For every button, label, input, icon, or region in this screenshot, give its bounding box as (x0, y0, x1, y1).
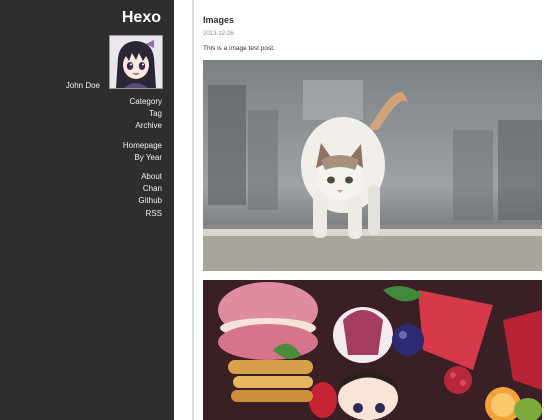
nav-archive[interactable]: Archive (130, 120, 162, 132)
blog-title-link[interactable]: Hexo (122, 9, 161, 27)
avatar[interactable] (109, 35, 163, 89)
nav-group-pages: Homepage By Year (123, 140, 162, 164)
content-divider (174, 0, 194, 420)
nav-chan[interactable]: Chan (138, 183, 162, 195)
nav-group-taxonomy: Category Tag Archive (130, 96, 162, 133)
post-image-cat (203, 60, 542, 271)
sidebar: Hexo John Doe Category Tag Archive Homep… (0, 0, 174, 420)
nav-by-year[interactable]: By Year (123, 152, 162, 164)
nav-tag[interactable]: Tag (130, 108, 162, 120)
author-name: John Doe (65, 81, 100, 90)
post-date: 2013-12-26 (203, 31, 234, 37)
nav-rss[interactable]: RSS (138, 208, 162, 220)
nav-about[interactable]: About (138, 171, 162, 183)
nav-group-links: About Chan Github RSS (138, 171, 162, 220)
nav-category[interactable]: Category (130, 96, 162, 108)
post-image-sweets (203, 280, 542, 420)
avatar-image (110, 36, 162, 88)
post-text: This is a image test post. (203, 45, 275, 52)
nav-homepage[interactable]: Homepage (123, 140, 162, 152)
nav-github[interactable]: Github (138, 195, 162, 207)
post-title[interactable]: Images (203, 15, 234, 25)
